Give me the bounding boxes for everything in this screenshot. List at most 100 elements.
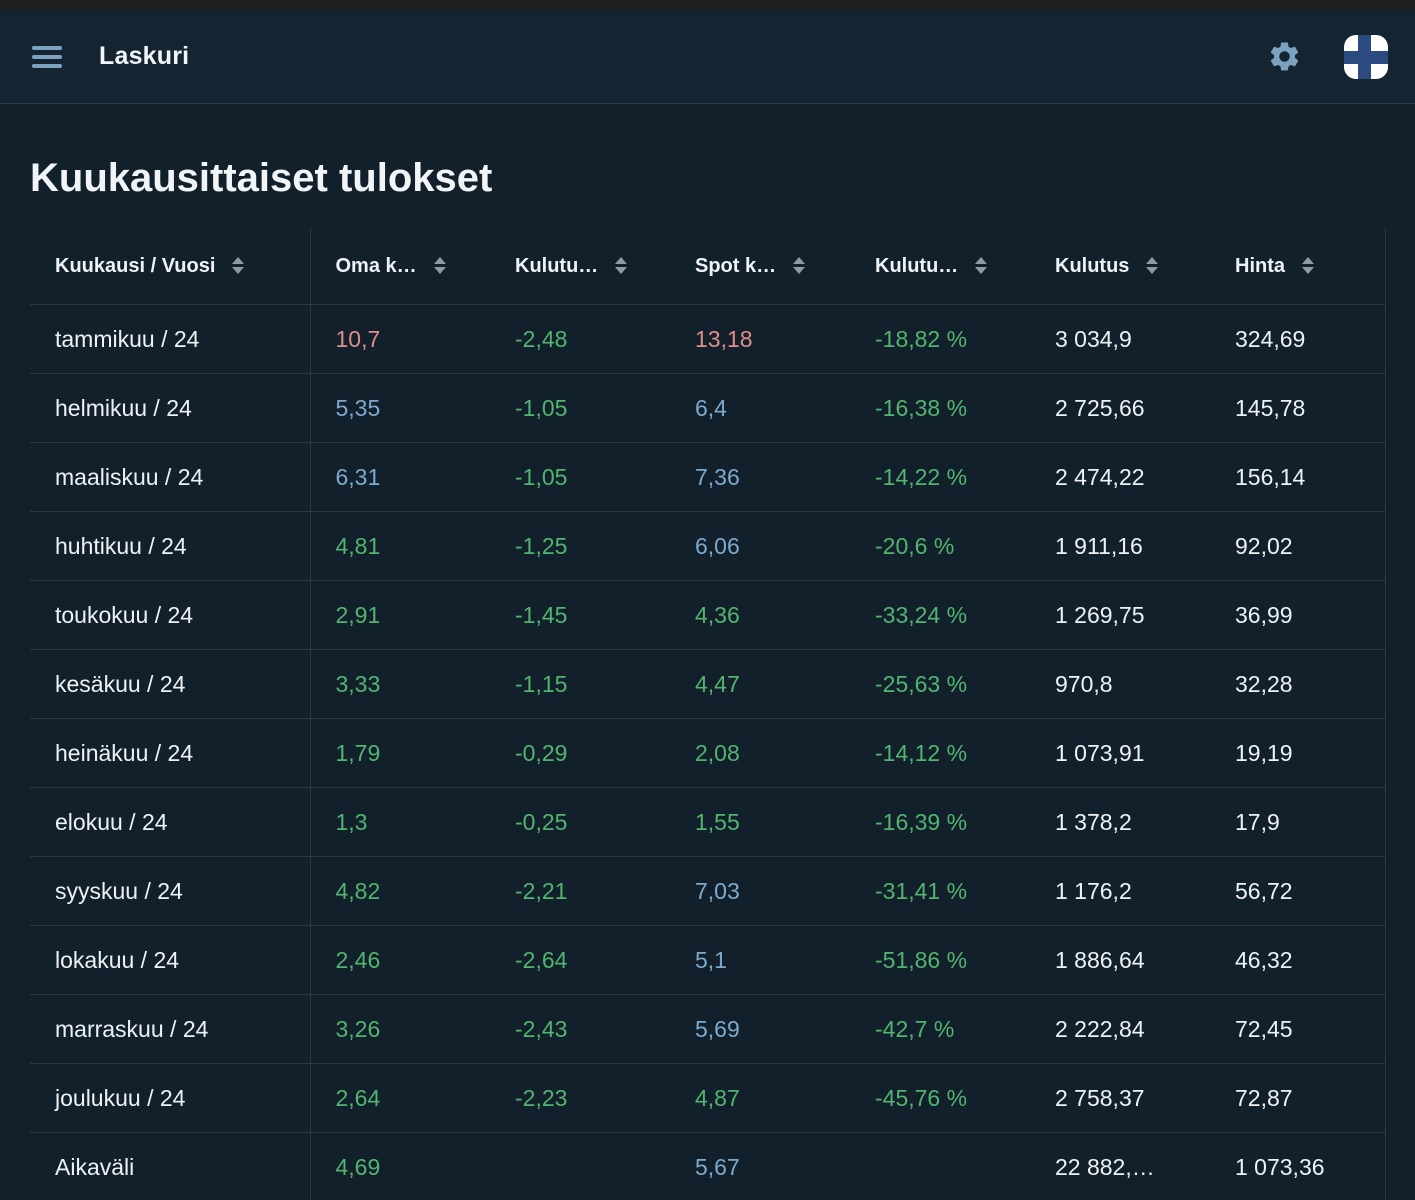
value-cell — [490, 1133, 670, 1200]
column-header-3[interactable]: Spot k… — [670, 228, 850, 305]
table-row: heinäkuu / 241,79-0,292,08-14,12 %1 073,… — [30, 719, 1385, 788]
column-header-0[interactable]: Kuukausi / Vuosi — [30, 228, 310, 305]
value-cell: -16,39 % — [850, 788, 1030, 857]
value-cell: 2,64 — [310, 1064, 490, 1133]
column-label: Spot k… — [695, 255, 776, 277]
value-cell: -18,82 % — [850, 305, 1030, 374]
sort-arrows-icon — [1146, 257, 1158, 274]
table-row: toukokuu / 242,91-1,454,36-33,24 %1 269,… — [30, 581, 1385, 650]
column-label: Oma k… — [336, 255, 417, 277]
value-cell: -2,23 — [490, 1064, 670, 1133]
column-label: Kulutus — [1055, 255, 1129, 277]
app-title: Laskuri — [99, 42, 189, 71]
value-cell: -25,63 % — [850, 650, 1030, 719]
table-row: maaliskuu / 246,31-1,057,36-14,22 %2 474… — [30, 443, 1385, 512]
month-cell: joulukuu / 24 — [30, 1064, 310, 1133]
value-cell: -16,38 % — [850, 374, 1030, 443]
value-cell: 1 269,75 — [1030, 581, 1210, 650]
value-cell: 1 176,2 — [1030, 857, 1210, 926]
value-cell: 2 725,66 — [1030, 374, 1210, 443]
month-cell: elokuu / 24 — [30, 788, 310, 857]
value-cell: 2,08 — [670, 719, 850, 788]
value-cell: 72,45 — [1210, 995, 1385, 1064]
month-cell: tammikuu / 24 — [30, 305, 310, 374]
page-title: Kuukausittaiset tulokset — [30, 155, 1415, 201]
value-cell: 1,79 — [310, 719, 490, 788]
value-cell: 2,46 — [310, 926, 490, 995]
value-cell: -31,41 % — [850, 857, 1030, 926]
value-cell: 5,35 — [310, 374, 490, 443]
table-row: Aikaväli4,695,6722 882,…1 073,36 — [30, 1133, 1385, 1200]
month-cell: lokakuu / 24 — [30, 926, 310, 995]
value-cell: 5,69 — [670, 995, 850, 1064]
value-cell: -0,25 — [490, 788, 670, 857]
value-cell: 7,03 — [670, 857, 850, 926]
value-cell: -2,43 — [490, 995, 670, 1064]
value-cell: -14,22 % — [850, 443, 1030, 512]
value-cell: 19,19 — [1210, 719, 1385, 788]
value-cell: 145,78 — [1210, 374, 1385, 443]
value-cell: 72,87 — [1210, 1064, 1385, 1133]
value-cell: -2,48 — [490, 305, 670, 374]
month-cell: kesäkuu / 24 — [30, 650, 310, 719]
value-cell: 17,9 — [1210, 788, 1385, 857]
value-cell: -0,29 — [490, 719, 670, 788]
value-cell: -1,15 — [490, 650, 670, 719]
sort-arrows-icon — [232, 257, 244, 274]
value-cell: 970,8 — [1030, 650, 1210, 719]
main-content: Kuukausittaiset tulokset Kuukausi / Vuos… — [0, 104, 1415, 1200]
value-cell: 5,1 — [670, 926, 850, 995]
value-cell: 3,26 — [310, 995, 490, 1064]
table-row: helmikuu / 245,35-1,056,4-16,38 %2 725,6… — [30, 374, 1385, 443]
finnish-flag-icon[interactable] — [1344, 35, 1388, 79]
monthly-results-table: Kuukausi / Vuosi Oma k… Kulutu… Spot k… Kulu… — [30, 228, 1386, 1200]
value-cell: 46,32 — [1210, 926, 1385, 995]
value-cell: 1 886,64 — [1030, 926, 1210, 995]
month-cell: marraskuu / 24 — [30, 995, 310, 1064]
sort-arrows-icon — [615, 257, 627, 274]
value-cell: -20,6 % — [850, 512, 1030, 581]
value-cell: 1,55 — [670, 788, 850, 857]
column-header-1[interactable]: Oma k… — [310, 228, 490, 305]
value-cell: -45,76 % — [850, 1064, 1030, 1133]
value-cell: -14,12 % — [850, 719, 1030, 788]
sort-arrows-icon — [793, 257, 805, 274]
value-cell: -1,25 — [490, 512, 670, 581]
app-window: Laskuri Kuukausittaiset tulokset Kuukaus… — [0, 0, 1415, 1200]
column-header-2[interactable]: Kulutu… — [490, 228, 670, 305]
column-header-4[interactable]: Kulutu… — [850, 228, 1030, 305]
sort-arrows-icon — [434, 257, 446, 274]
value-cell: 5,67 — [670, 1133, 850, 1200]
value-cell: 13,18 — [670, 305, 850, 374]
value-cell: -2,64 — [490, 926, 670, 995]
settings-gear-icon[interactable] — [1266, 39, 1302, 75]
app-header: Laskuri — [0, 10, 1415, 104]
month-cell: maaliskuu / 24 — [30, 443, 310, 512]
table-row: huhtikuu / 244,81-1,256,06-20,6 %1 911,1… — [30, 512, 1385, 581]
value-cell: 92,02 — [1210, 512, 1385, 581]
value-cell: 324,69 — [1210, 305, 1385, 374]
month-cell: toukokuu / 24 — [30, 581, 310, 650]
value-cell: 10,7 — [310, 305, 490, 374]
value-cell: 6,31 — [310, 443, 490, 512]
value-cell: -1,05 — [490, 374, 670, 443]
value-cell: 2 474,22 — [1030, 443, 1210, 512]
table-header-row: Kuukausi / Vuosi Oma k… Kulutu… Spot k… Kulu… — [30, 228, 1385, 305]
value-cell: 7,36 — [670, 443, 850, 512]
hamburger-menu-icon[interactable] — [30, 42, 64, 72]
value-cell: -2,21 — [490, 857, 670, 926]
column-header-5[interactable]: Kulutus — [1030, 228, 1210, 305]
value-cell — [850, 1133, 1030, 1200]
appbar-actions — [1266, 35, 1388, 79]
table-row: kesäkuu / 243,33-1,154,47-25,63 %970,832… — [30, 650, 1385, 719]
column-header-6[interactable]: Hinta — [1210, 228, 1385, 305]
value-cell: 32,28 — [1210, 650, 1385, 719]
value-cell: 3,33 — [310, 650, 490, 719]
column-label: Kulutu… — [515, 255, 598, 277]
month-cell: syyskuu / 24 — [30, 857, 310, 926]
value-cell: 1 073,36 — [1210, 1133, 1385, 1200]
column-label: Kuukausi / Vuosi — [55, 255, 215, 277]
value-cell: 2 222,84 — [1030, 995, 1210, 1064]
value-cell: 4,87 — [670, 1064, 850, 1133]
sort-arrows-icon — [1302, 257, 1314, 274]
